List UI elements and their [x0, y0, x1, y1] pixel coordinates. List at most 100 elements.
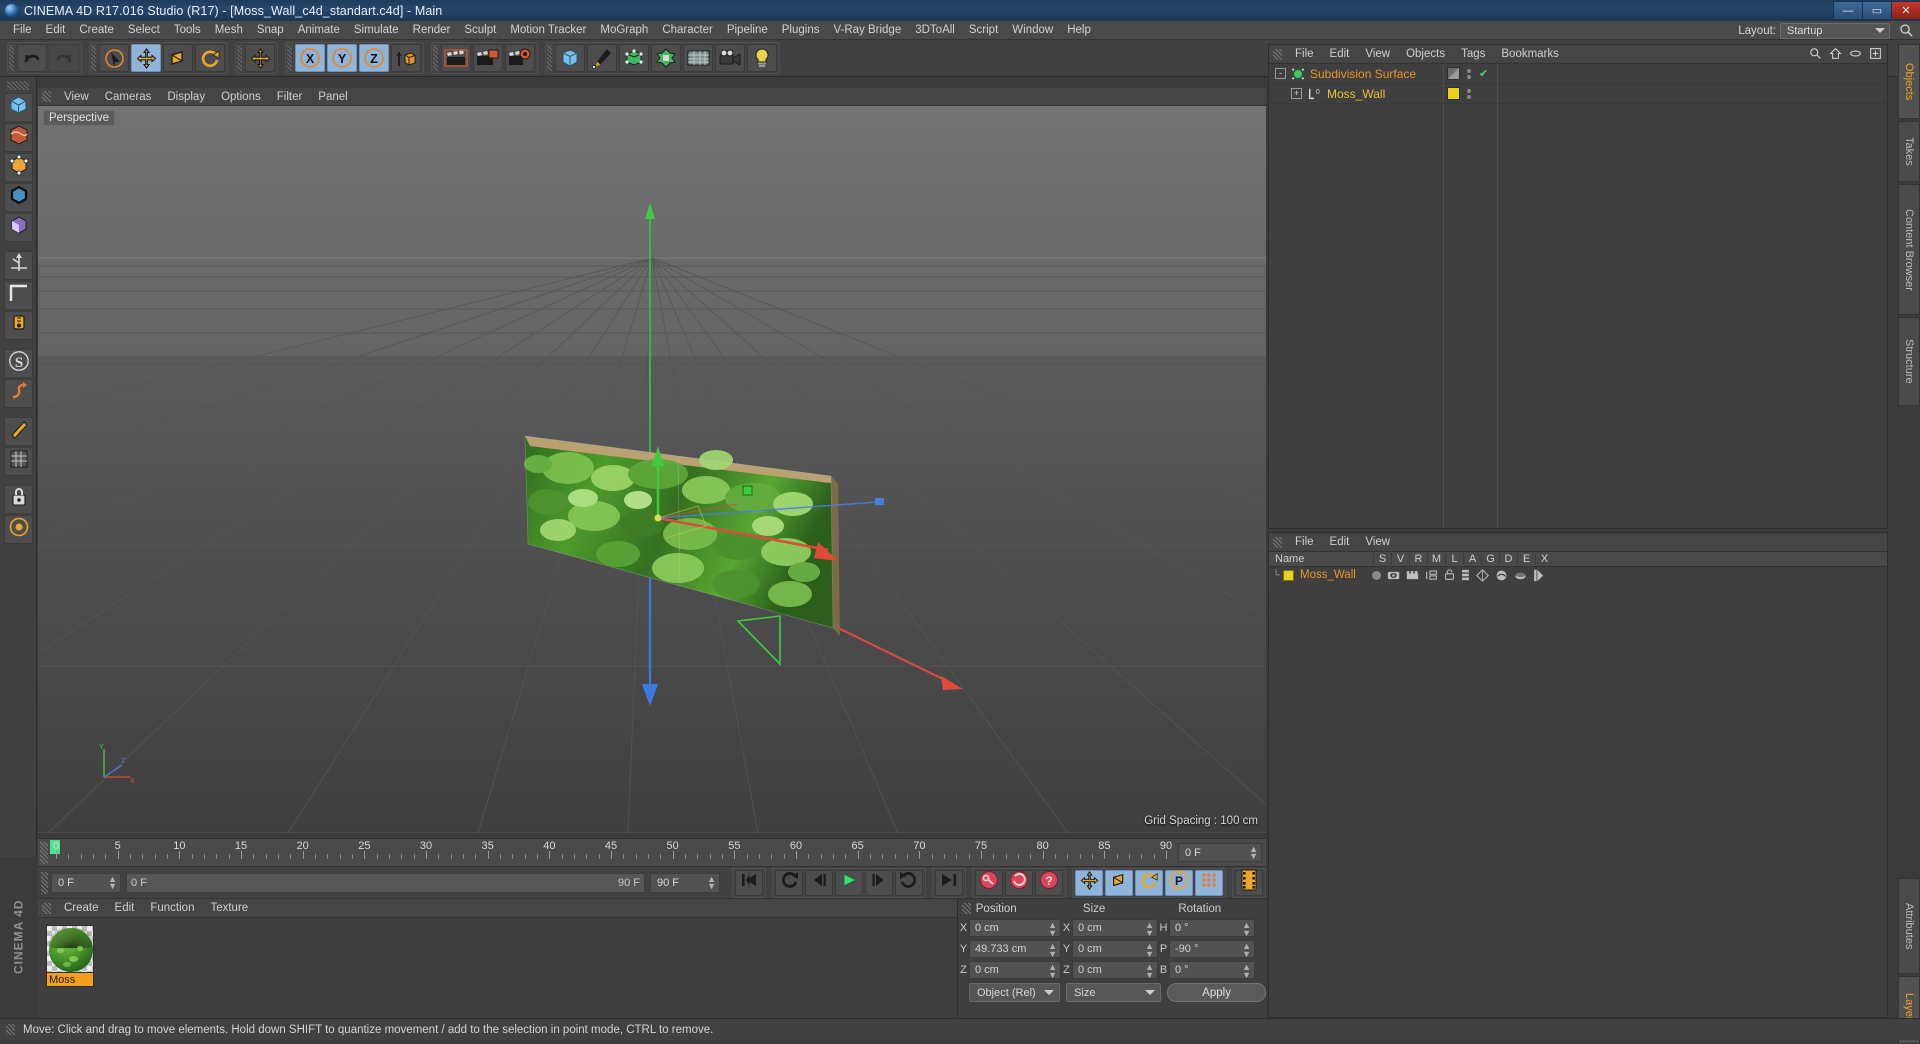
object-menu-edit[interactable]: Edit [1322, 48, 1358, 60]
record-rotation-button[interactable] [1135, 870, 1163, 896]
toolbar-group-grip[interactable] [9, 45, 14, 71]
object-menu-view[interactable]: View [1357, 48, 1398, 60]
search-icon[interactable] [1809, 47, 1822, 60]
maximize-button[interactable]: ▭ [1862, 1, 1891, 20]
position-x-field[interactable]: 0 cm ▲▼ [969, 919, 1061, 937]
column-header-a[interactable]: A [1463, 553, 1481, 565]
menu-item-render[interactable]: Render [406, 21, 458, 40]
viewport-menu-view[interactable]: View [56, 91, 97, 103]
material-manager-grip[interactable] [42, 903, 51, 914]
toolbar-group-grip[interactable] [91, 45, 96, 71]
lock-z-axis-button[interactable]: Z [359, 44, 389, 72]
layer-color-swatch[interactable] [1283, 570, 1294, 581]
layout-selector[interactable]: Layout: Startup [1738, 22, 1890, 39]
move-mode-button[interactable] [245, 44, 275, 72]
add-panel-icon[interactable] [1869, 47, 1882, 60]
menu-item-tools[interactable]: Tools [167, 21, 208, 40]
menu-item-select[interactable]: Select [121, 21, 167, 40]
layer-menu-edit[interactable]: Edit [1322, 536, 1358, 548]
material-item[interactable]: Moss [46, 925, 94, 987]
goto-end-button[interactable] [935, 870, 963, 896]
viewport-menu-panel[interactable]: Panel [310, 91, 355, 103]
lock-selection-button[interactable] [4, 485, 33, 514]
home-icon[interactable] [1829, 47, 1842, 60]
rotation-p-field[interactable]: -90 ° ▲▼ [1169, 940, 1255, 958]
column-header-name[interactable]: Name [1269, 553, 1373, 565]
menu-item-mesh[interactable]: Mesh [208, 21, 250, 40]
menu-item-window[interactable]: Window [1005, 21, 1060, 40]
deformer-icon[interactable] [1495, 569, 1508, 582]
material-name-label[interactable]: Moss [46, 973, 94, 987]
layer-row[interactable]: └ Moss_Wall [1269, 567, 1887, 583]
object-name-label[interactable]: Subdivision Surface [1310, 67, 1416, 81]
coordinate-mode-dropdown[interactable]: Object (Rel) [969, 983, 1060, 1002]
record-parameter-button[interactable]: P [1165, 870, 1193, 896]
palette-grip[interactable] [7, 81, 29, 90]
animation-icon[interactable] [1461, 569, 1470, 581]
menu-item-edit[interactable]: Edit [39, 21, 73, 40]
move-tool-button[interactable] [131, 44, 161, 72]
lock-x-axis-button[interactable]: X [295, 44, 325, 72]
column-header-l[interactable]: L [1445, 553, 1463, 565]
stepper-icon[interactable]: ▲▼ [1145, 963, 1154, 979]
rotation-h-field[interactable]: 0 ° ▲▼ [1169, 919, 1255, 937]
stepper-icon[interactable]: ▲▼ [1242, 963, 1251, 979]
timeline-grip[interactable] [40, 842, 48, 864]
stepper-icon[interactable]: ▲▼ [1242, 921, 1251, 937]
record-position-button[interactable] [1075, 870, 1103, 896]
stepper-icon[interactable]: ▲▼ [707, 876, 716, 890]
menu-item-3dtoall[interactable]: 3DToAll [908, 21, 962, 40]
scale-tool-button[interactable] [163, 44, 193, 72]
object-tree[interactable]: -Subdivision Surface✔+0Moss_Wall [1269, 64, 1887, 528]
undo-button[interactable] [17, 44, 47, 72]
size-z-field[interactable]: 0 cm ▲▼ [1072, 961, 1158, 979]
menu-item-mograph[interactable]: MoGraph [593, 21, 655, 40]
toolbar-group-grip[interactable] [237, 45, 242, 71]
stepper-icon[interactable]: ▲▼ [1048, 963, 1057, 979]
object-name-label[interactable]: Moss_Wall [1327, 87, 1385, 101]
layer-menu-view[interactable]: View [1357, 536, 1398, 548]
toolbar-group-grip[interactable] [547, 45, 552, 71]
manager-icon[interactable] [1425, 570, 1438, 581]
stepper-icon[interactable]: ▲▼ [1242, 942, 1251, 958]
max-frame-field[interactable]: 90 F ▲▼ [650, 873, 720, 893]
layer-name[interactable]: Moss_Wall [1300, 569, 1372, 581]
quantize-button[interactable] [4, 379, 33, 408]
timeline-current-frame-field[interactable]: 0 F ▲▼ [1178, 843, 1262, 862]
minimize-button[interactable]: — [1833, 1, 1862, 20]
viewport-menu-display[interactable]: Display [159, 91, 213, 103]
column-header-d[interactable]: D [1499, 553, 1517, 565]
world-object-coordinates-button[interactable] [391, 44, 421, 72]
current-frame-field[interactable]: 0 F ▲▼ [51, 873, 121, 893]
column-header-v[interactable]: V [1391, 553, 1409, 565]
add-generator-button[interactable] [619, 44, 649, 72]
previous-key-button[interactable] [775, 870, 803, 896]
column-header-s[interactable]: S [1373, 553, 1391, 565]
subdivision-tag-icon[interactable] [1447, 67, 1460, 80]
size-y-field[interactable]: 0 cm ▲▼ [1072, 940, 1158, 958]
stepper-icon[interactable]: ▲▼ [1048, 942, 1057, 958]
stepper-icon[interactable]: ▲▼ [1048, 921, 1057, 937]
redo-button[interactable] [49, 44, 79, 72]
viewport-menu-cameras[interactable]: Cameras [97, 91, 160, 103]
menu-item-help[interactable]: Help [1060, 21, 1098, 40]
rotation-b-field[interactable]: 0 ° ▲▼ [1169, 961, 1255, 979]
menu-item-plugins[interactable]: Plugins [775, 21, 827, 40]
menu-item-sculpt[interactable]: Sculpt [457, 21, 503, 40]
position-z-field[interactable]: 0 cm ▲▼ [969, 961, 1061, 979]
edges-mode-button[interactable] [4, 183, 33, 212]
menu-item-script[interactable]: Script [962, 21, 1005, 40]
eye-icon[interactable] [1849, 47, 1862, 60]
visibility-icon[interactable] [1387, 570, 1400, 581]
toolbar-group-grip[interactable] [287, 45, 292, 71]
render-icon[interactable] [1406, 570, 1419, 581]
expander-icon[interactable]: + [1291, 88, 1302, 99]
add-deformer-button[interactable] [651, 44, 681, 72]
transport-grip[interactable] [41, 872, 48, 894]
viewport-menu-filter[interactable]: Filter [269, 91, 311, 103]
layout-dropdown[interactable]: Startup [1780, 23, 1890, 39]
next-key-button[interactable] [895, 870, 923, 896]
preview-range-bar[interactable]: 0 F 90 F [126, 873, 645, 893]
record-scale-button[interactable] [1105, 870, 1133, 896]
object-tree-row[interactable]: +0Moss_Wall [1269, 84, 1887, 104]
